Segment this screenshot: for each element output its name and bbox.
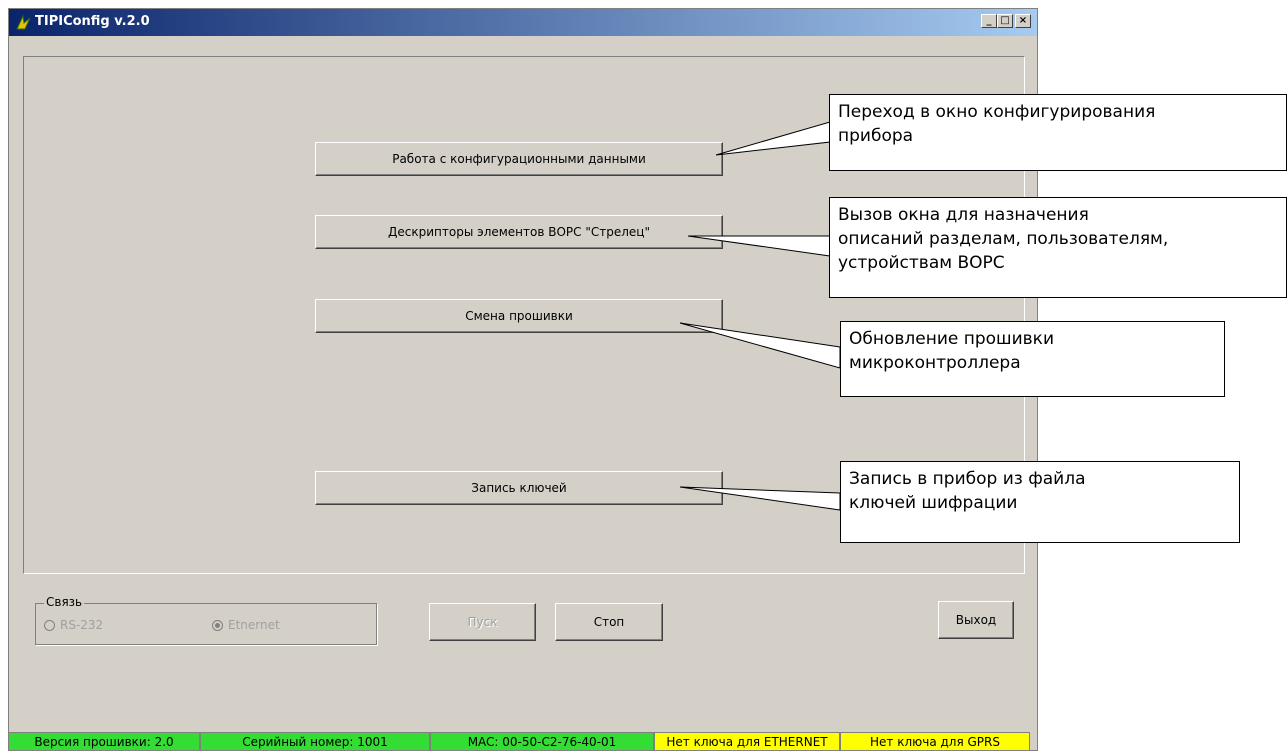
callout-keys-line2: ключей шифрации xyxy=(849,493,1018,513)
callout-firmware-line1: Обновление прошивки xyxy=(849,329,1054,349)
callout-config: Переход в окно конфигурирования прибора xyxy=(829,94,1287,171)
callout-arrow-keys xyxy=(679,486,841,511)
callout-arrow-config xyxy=(715,121,831,156)
callout-config-line2: прибора xyxy=(838,126,914,146)
callout-descriptors-line2: описаний разделам, пользователям, xyxy=(838,229,1169,249)
callout-keys: Запись в прибор из файла ключей шифрации xyxy=(840,461,1240,543)
callout-arrow-firmware xyxy=(679,322,841,369)
callout-descriptors-line1: Вызов окна для назначения xyxy=(838,205,1089,225)
callout-firmware: Обновление прошивки микроконтроллера xyxy=(840,321,1225,397)
callout-keys-line1: Запись в прибор из файла xyxy=(849,469,1086,489)
callout-descriptors: Вызов окна для назначения описаний разде… xyxy=(829,197,1287,298)
callout-arrow-descriptors xyxy=(687,235,831,257)
callout-descriptors-line3: устройствам ВОРС xyxy=(838,253,1005,273)
callout-firmware-line2: микроконтроллера xyxy=(849,353,1021,373)
callout-config-line1: Переход в окно конфигурирования xyxy=(838,102,1156,122)
